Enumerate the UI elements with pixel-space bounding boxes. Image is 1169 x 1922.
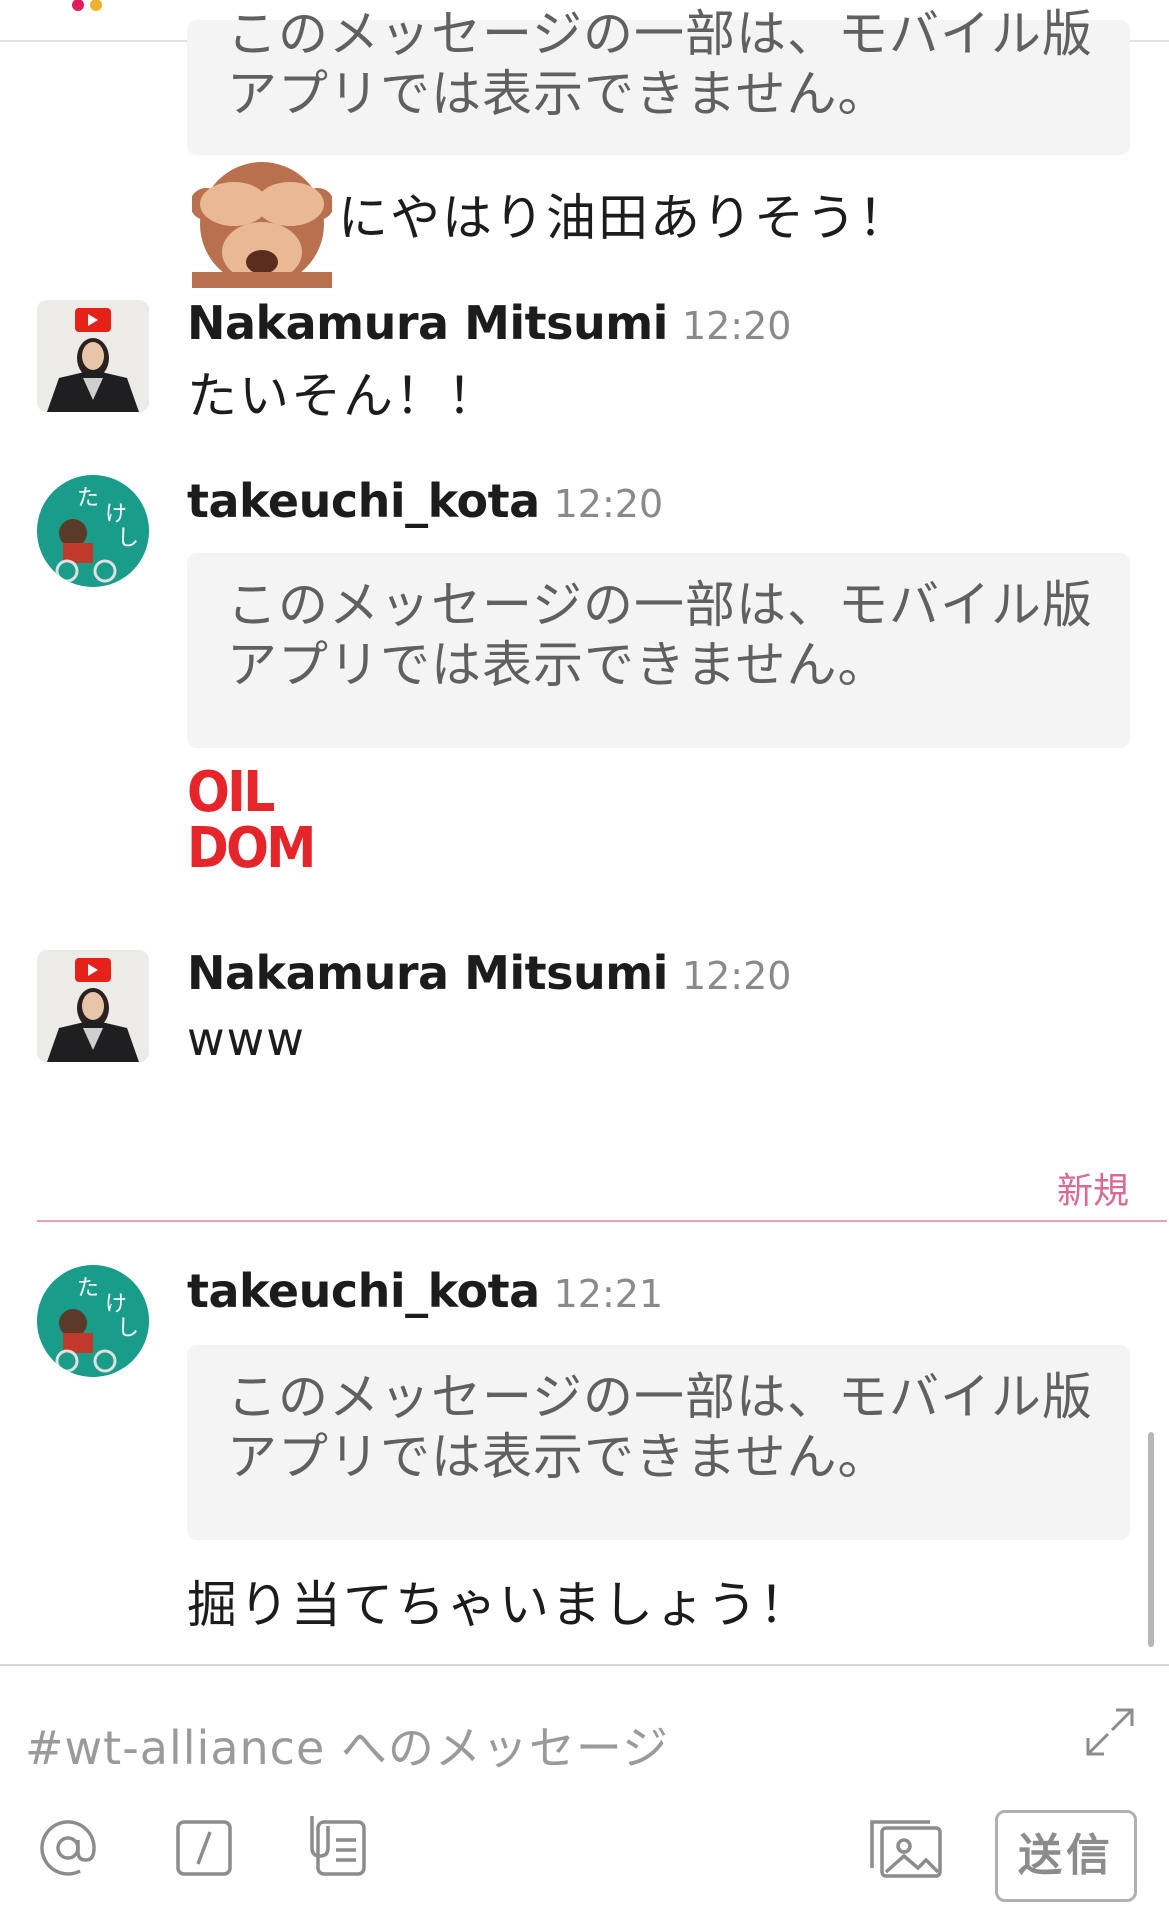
message-text: 掘り当てちゃいましょう！ — [187, 1576, 811, 1634]
svg-text:け: け — [105, 1292, 127, 1317]
message-text: にやはり油田ありそう！ — [338, 189, 910, 247]
message-composer: #wt-alliance へのメッセージ 送信 — [0, 1664, 1169, 1922]
svg-text:た: た — [77, 486, 99, 511]
notice-line-1: このメッセージの一部は、モバイル版 — [227, 5, 1093, 63]
partial-message-notice: このメッセージの一部は、モバイル版 アプリでは表示できません。 — [187, 553, 1130, 748]
message-author[interactable]: Nakamura Mitsumi 12:20 — [187, 946, 791, 1000]
new-messages-label: 新規 — [1056, 1171, 1129, 1212]
partial-message-notice: このメッセージの一部は、モバイル版 アプリでは表示できません。 — [187, 5, 1130, 155]
new-messages-divider — [37, 1220, 1167, 1222]
notice-line-2: アプリでは表示できません。 — [227, 636, 889, 694]
avatar[interactable] — [37, 950, 149, 1062]
app-logo-icon — [72, 0, 108, 15]
message-time: 12:20 — [553, 482, 664, 526]
notice-line-1: このメッセージの一部は、モバイル版 — [227, 576, 1093, 634]
message-author[interactable]: Nakamura Mitsumi 12:20 — [187, 296, 791, 350]
message-author[interactable]: takeuchi_kota 12:20 — [187, 474, 663, 528]
message-time: 12:20 — [681, 304, 792, 348]
slash-command-icon[interactable] — [174, 1818, 234, 1882]
svg-text:し: し — [117, 526, 139, 551]
author-name[interactable]: takeuchi_kota — [187, 474, 540, 528]
expand-icon[interactable] — [1082, 1704, 1138, 1764]
mention-icon[interactable] — [36, 1816, 100, 1884]
notice-line-1: このメッセージの一部は、モバイル版 — [227, 1368, 1093, 1426]
emoji-line-2: DOM — [187, 816, 316, 881]
message-text: たいそん！！ — [187, 367, 499, 425]
scrollbar[interactable] — [1148, 1432, 1154, 1647]
notice-line-2: アプリでは表示できません。 — [227, 1428, 889, 1486]
author-name[interactable]: Nakamura Mitsumi — [187, 946, 668, 1000]
author-name[interactable]: Nakamura Mitsumi — [187, 296, 668, 350]
message-time: 12:21 — [553, 1272, 664, 1316]
notice-line-2: アプリでは表示できません。 — [227, 65, 889, 123]
svg-text:け: け — [105, 502, 127, 527]
oil-dom-emoji-icon: OIL DOM — [187, 760, 316, 881]
partial-message-notice: このメッセージの一部は、モバイル版 アプリでは表示できません。 — [187, 1345, 1130, 1540]
avatar[interactable] — [37, 300, 149, 412]
message-input[interactable]: #wt-alliance へのメッセージ — [25, 1712, 669, 1778]
message-text: www — [187, 1012, 306, 1066]
snippet-icon[interactable] — [308, 1812, 370, 1882]
avatar[interactable]: た け し — [37, 475, 149, 587]
author-name[interactable]: takeuchi_kota — [187, 1264, 540, 1318]
image-upload-icon[interactable] — [868, 1816, 944, 1884]
svg-text:し: し — [117, 1316, 139, 1341]
send-button[interactable]: 送信 — [995, 1810, 1137, 1902]
see-no-evil-monkey-icon — [190, 144, 334, 288]
emoji-line-1: OIL — [187, 760, 275, 825]
avatar[interactable]: た け し — [37, 1265, 149, 1377]
message-author[interactable]: takeuchi_kota 12:21 — [187, 1264, 663, 1318]
svg-text:た: た — [77, 1276, 99, 1301]
message-time: 12:20 — [681, 954, 792, 998]
